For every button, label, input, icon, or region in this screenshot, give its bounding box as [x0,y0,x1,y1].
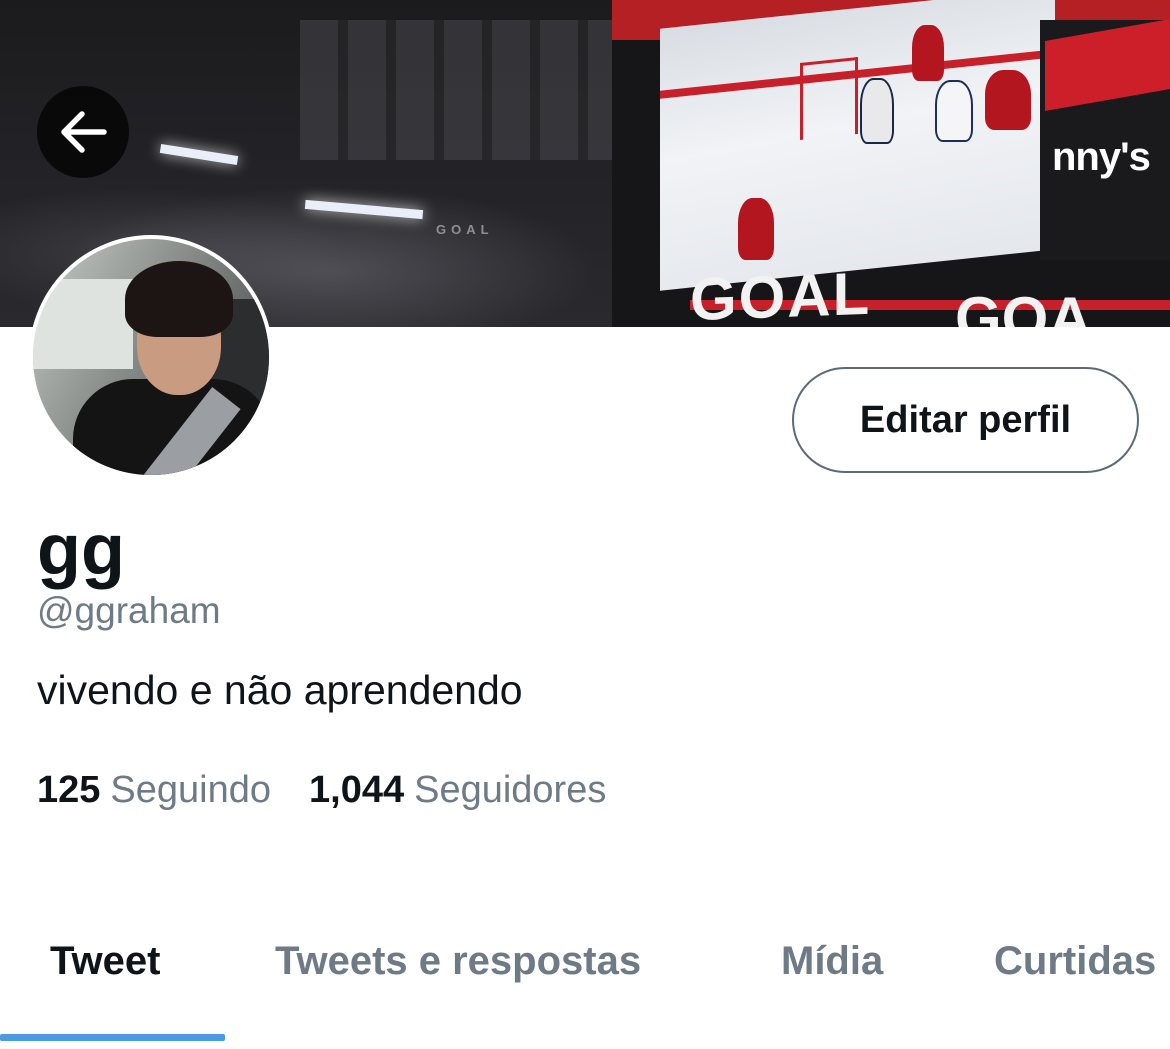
avatar-hair [125,261,233,337]
edit-profile-button[interactable]: Editar perfil [792,367,1139,473]
following-count: 125 [37,769,101,811]
following-label: Seguindo [110,769,271,811]
back-button[interactable] [37,86,129,178]
profile-bio: vivendo e não aprendendo [37,667,523,713]
hockey-player [738,198,774,260]
arena-banners [300,20,660,160]
hockey-net [800,56,858,141]
profile-stats: 125 Seguindo 1,044 Seguidores [37,765,644,815]
avatar-car-window [33,279,133,369]
hockey-player [935,80,973,142]
following-link[interactable]: 125 Seguindo [37,765,271,815]
goal-sign-small: GOAL [436,222,494,237]
hockey-player [912,25,944,81]
followers-count: 1,044 [309,769,405,811]
hockey-player [985,70,1031,130]
goal-sign-large-right: GOA [955,285,1092,327]
display-name: gg [37,510,125,590]
ceiling-light [304,199,424,220]
tab-tweets-and-replies[interactable]: Tweets e respostas [275,939,641,984]
tab-likes[interactable]: Curtidas [994,939,1156,984]
ad-text: nny's [1052,135,1151,179]
tab-tweets[interactable]: Tweet [50,939,160,984]
hockey-goalie [860,78,894,144]
ceiling-light [159,143,239,166]
followers-label: Seguidores [414,769,607,811]
user-handle: @ggraham [37,590,221,631]
tab-media[interactable]: Mídia [781,939,883,984]
active-tab-indicator [0,1034,225,1041]
profile-tabs: Tweet Tweets e respostas Mídia Curtidas [0,925,1170,1040]
followers-link[interactable]: 1,044 Seguidores [309,765,606,815]
scoreboard-screen [660,0,1055,291]
arrow-left-icon [61,111,107,153]
avatar[interactable] [29,235,273,479]
goal-sign-large: GOAL [690,259,872,327]
